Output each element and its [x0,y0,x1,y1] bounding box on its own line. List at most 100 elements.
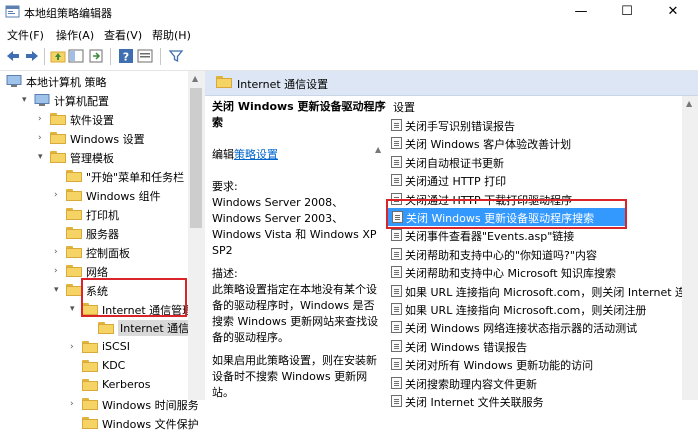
setting-row[interactable]: 关闭通过 HTTP 打印 [386,171,692,189]
settings-scroll-up-icon[interactable]: ▲ [686,99,692,108]
folder-icon [82,417,98,429]
tree-item[interactable]: Windows 文件保护 [0,414,199,433]
computer-icon [6,75,22,87]
description-line: 搜索 Windows 更新网站来查找设 [212,315,379,328]
settings-scrollbar[interactable] [682,96,698,400]
tree-item[interactable]: 本地计算机 策略 [0,72,188,91]
setting-label: 关闭搜索助理内容文件更新 [405,377,537,391]
setting-label: 如果 URL 连接指向 Microsoft.com，则关闭 Internet 连… [405,285,698,299]
tree-item[interactable]: Kerberos [0,376,188,395]
folder-icon [82,379,98,391]
expanded-arrow-icon[interactable]: ▾ [54,284,63,296]
tree-item[interactable]: › Windows 组件 [0,186,188,205]
policy-title: 关闭 Windows 更新设备驱动程序搜 [212,100,397,113]
tree-pane[interactable]: 本地计算机 策略 ▾ 计算机配置 › 软件设置 › Windows 设置 ▾ 管理模板 "开始"菜… [0,71,214,431]
setting-row[interactable]: 关闭事件查看器"Events.asp"链接 [386,226,692,244]
help-icon[interactable]: ? [118,48,134,64]
tree-item-label: Windows 设置 [70,133,145,146]
folder-icon [66,284,82,296]
collapsed-arrow-icon[interactable]: › [54,246,63,258]
tree-item[interactable]: Internet 通信设置 [0,319,214,338]
settings-list[interactable]: 设置 关闭手写识别错误报告 关闭 Windows 客户体验改善计划 关闭自动根证书更… [386,96,698,409]
filter-icon[interactable] [168,48,184,64]
tree-item[interactable]: ▾ 管理模板 [0,148,188,167]
collapsed-arrow-icon[interactable]: › [54,189,63,201]
tree-item-label: 打印机 [86,209,119,222]
tree-item-label: KDC [102,359,126,372]
setting-row[interactable]: 关闭自动根证书更新 [386,153,692,171]
highlight-box-setting [386,199,627,229]
tree-item-label: Windows 文件保护 [102,418,199,431]
description-label: 描述: [212,267,238,280]
toolbar-separator [44,48,45,65]
policy-title-cont: 索 [212,116,223,129]
maximize-button[interactable]: ☐ [604,0,650,24]
folder-icon [66,189,82,201]
tree-scrollbar-thumb[interactable] [190,88,202,228]
setting-row[interactable]: 关闭 Internet 文件关联服务 [386,392,692,410]
edit-policy-link[interactable]: 策略设置 [234,148,278,161]
toolbar-separator [110,48,111,65]
setting-label: 关闭帮助和支持中心 Microsoft 知识库搜索 [405,267,617,281]
setting-row[interactable]: 关闭帮助和支持中心的"你知道吗?"内容 [386,245,692,263]
policy-setting-icon [391,284,402,297]
collapsed-arrow-icon[interactable]: › [70,341,79,353]
menu-file[interactable]: 文件(F) [7,27,44,43]
setting-row[interactable]: 关闭对所有 Windows 更新功能的访问 [386,355,692,373]
collapsed-arrow-icon[interactable]: › [38,113,47,125]
tree-item-label: Windows 组件 [86,190,161,203]
setting-row[interactable]: 关闭搜索助理内容文件更新 [386,374,692,392]
description-line: 备的驱动程序时，Windows 是否 [212,299,375,312]
policy-setting-icon [391,119,402,131]
properties-icon[interactable] [137,48,153,64]
setting-row[interactable]: 关闭帮助和支持中心 Microsoft 知识库搜索 [386,263,692,281]
menu-view[interactable]: 查看(V) [104,27,142,43]
collapsed-arrow-icon[interactable]: › [54,265,63,277]
tree-item[interactable]: 打印机 [0,205,188,224]
edit-policy-line: 编辑策略设置 [212,147,278,163]
tree-item[interactable]: › 控制面板 [0,243,188,262]
show-hide-tree-icon[interactable] [68,48,84,64]
setting-row[interactable]: 关闭手写识别错误报告 [386,116,692,134]
setting-row[interactable]: 关闭 Windows 网络连接状态指示器的活动测试 [386,318,692,336]
tree-item-label: 服务器 [86,228,119,241]
expanded-arrow-icon[interactable]: ▾ [22,94,31,106]
svg-text:?: ? [123,51,129,64]
policy-setting-icon [391,155,402,168]
tree-item[interactable]: › iSCSI [0,338,188,357]
folder-icon [66,265,82,277]
tree-item[interactable]: › 软件设置 [0,110,188,129]
menu-help[interactable]: 帮助(H) [152,27,191,43]
export-list-icon[interactable] [88,48,104,64]
folder-icon [66,208,82,220]
forward-arrow-icon[interactable] [24,48,40,64]
collapsed-arrow-icon[interactable]: › [38,132,47,144]
close-button[interactable]: ✕ [650,0,696,24]
setting-row[interactable]: 如果 URL 连接指向 Microsoft.com，则关闭 Internet 连… [386,282,698,300]
tree-item[interactable]: ▾ 计算机配置 [0,91,188,110]
tree-item-label: Windows 时间服务 [102,399,199,412]
menu-action[interactable]: 操作(A) [56,27,94,43]
toolbar-separator [160,48,161,65]
tree-item[interactable]: 服务器 [0,224,188,243]
setting-row[interactable]: 关闭 Windows 错误报告 [386,337,692,355]
tree-item[interactable]: KDC [0,357,188,376]
requirements-line: Windows Server 2003、 [212,212,344,225]
tree-item[interactable]: › Windows 设置 [0,129,188,148]
extended-scroll-up-icon[interactable]: ▲ [375,145,381,154]
tree-item[interactable]: › Windows 时间服务 [0,395,199,414]
setting-row[interactable]: 如果 URL 连接指向 Microsoft.com，则关闭注册 [386,300,692,318]
folder-icon [50,132,66,144]
up-folder-icon[interactable] [50,48,66,64]
policy-setting-icon [391,376,402,389]
setting-row[interactable]: 关闭 Windows 客户体验改善计划 [386,134,692,152]
computer-icon [34,94,50,106]
tree-item[interactable]: "开始"菜单和任务栏 [0,167,188,186]
column-header-settings[interactable]: 设置 [393,99,415,115]
folder-icon [50,113,66,125]
expanded-arrow-icon[interactable]: ▾ [70,303,79,315]
expanded-arrow-icon[interactable]: ▾ [38,151,47,163]
minimize-button[interactable]: — [558,0,604,24]
scroll-up-arrow-icon[interactable]: ▲ [192,74,198,83]
back-arrow-icon[interactable] [5,48,21,64]
